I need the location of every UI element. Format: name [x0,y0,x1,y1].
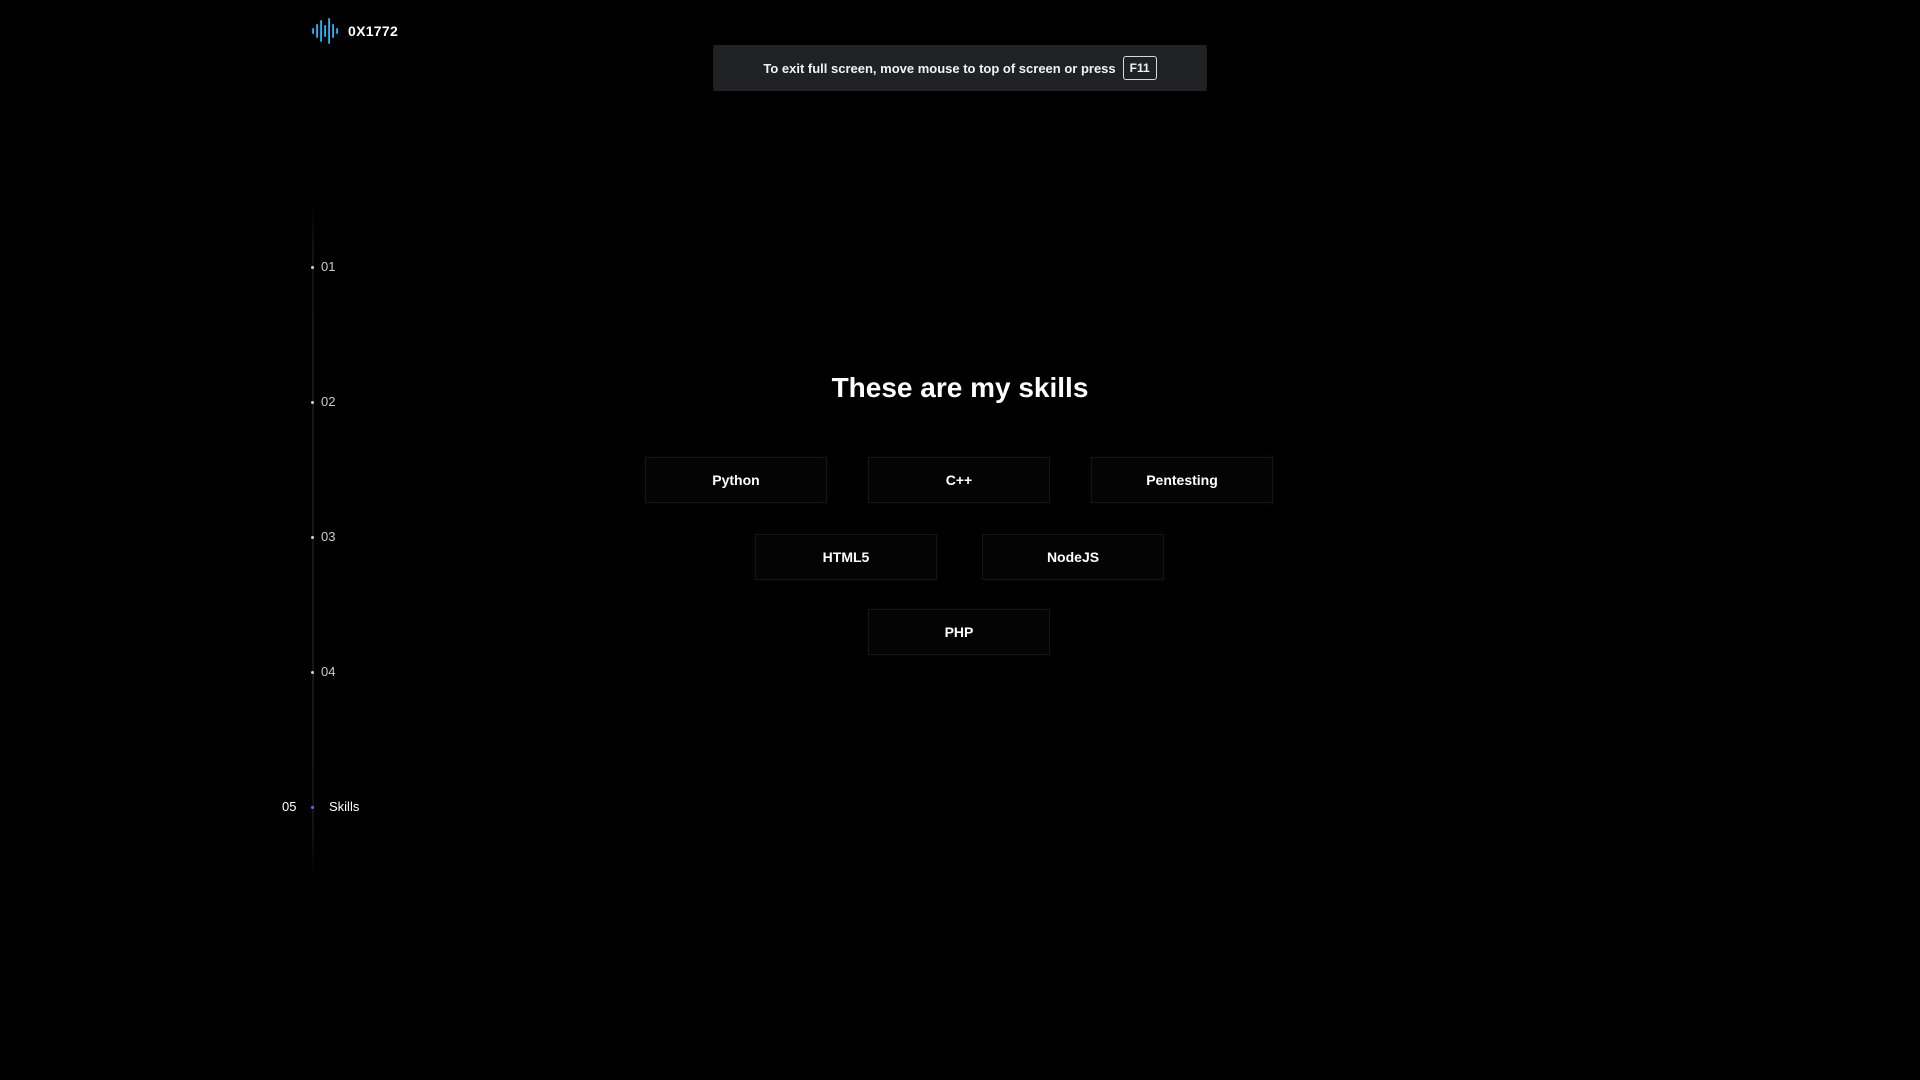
brand-logo[interactable]: 0X1772 [311,18,398,44]
skill-card-php[interactable]: PHP [868,609,1050,655]
timeline-number: 03 [321,529,336,544]
timeline-label-active: Skills [329,799,360,814]
timeline-dot-active [311,806,314,809]
skill-card-python[interactable]: Python [645,457,827,503]
timeline-number: 01 [321,259,336,274]
skills-heading: These are my skills [831,372,1089,403]
skill-card-nodejs[interactable]: NodeJS [982,534,1164,580]
timeline-dot [311,266,314,269]
skill-card-pentesting[interactable]: Pentesting [1091,457,1273,503]
timeline-dot [311,536,314,539]
f11-key-badge: F11 [1122,56,1157,80]
timeline-track [312,200,314,880]
brand-name: 0X1772 [348,23,399,39]
fullscreen-exit-banner: To exit full screen, move mouse to top o… [713,45,1207,91]
timeline-number: 04 [321,664,336,679]
timeline-number-active: 05 [282,799,297,814]
skill-card-html5[interactable]: HTML5 [755,534,937,580]
fullscreen-message: To exit full screen, move mouse to top o… [763,60,1116,76]
soundwave-icon [312,18,338,44]
timeline-dot [311,671,314,674]
page: 0X1772 To exit full screen, move mouse t… [0,0,1920,1080]
skill-card-cpp[interactable]: C++ [868,457,1050,503]
